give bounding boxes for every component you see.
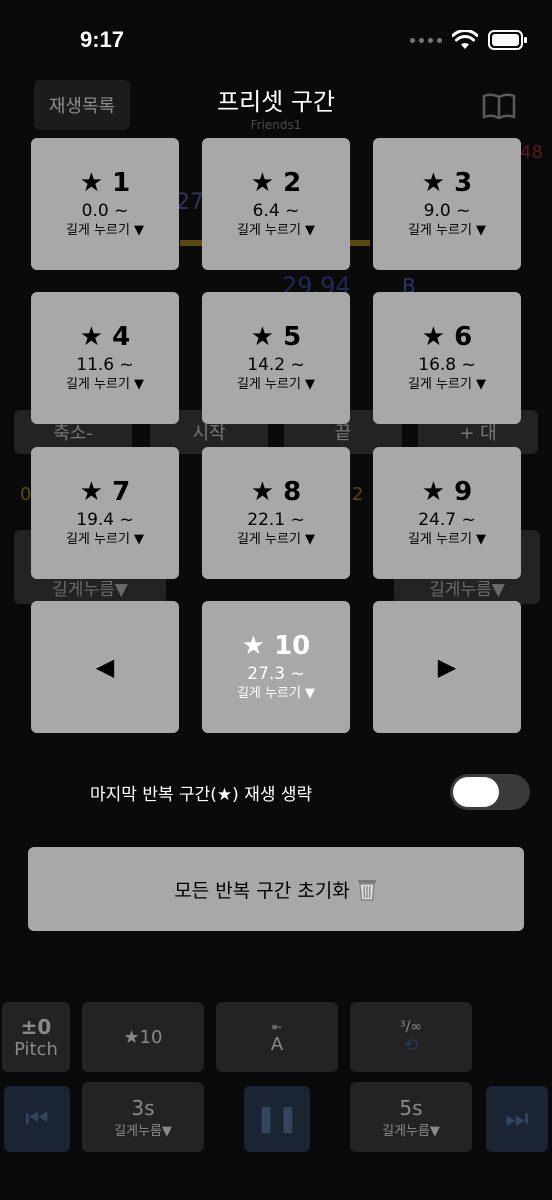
preset-2-time: 6.4 ~ bbox=[252, 201, 300, 221]
preset-3-hint: 길게 누르기 ▼ bbox=[407, 223, 487, 238]
preset-2-name: ★ 2 bbox=[250, 168, 302, 198]
rewind-label: 3s bbox=[131, 1095, 155, 1120]
pitch-value: ±0 bbox=[20, 1014, 52, 1039]
status-icons bbox=[410, 30, 528, 50]
star10-button[interactable]: ★10 bbox=[82, 1002, 204, 1072]
preset-5-hint: 길게 누르기 ▼ bbox=[236, 377, 316, 392]
preset-4-time: 11.6 ~ bbox=[76, 355, 134, 375]
cellular-icon bbox=[410, 37, 442, 43]
preset-9-hint: 길게 누르기 ▼ bbox=[407, 532, 487, 547]
a-point-button[interactable]: ⇤ A bbox=[216, 1002, 338, 1072]
pitch-button[interactable]: ±0 Pitch bbox=[2, 1002, 70, 1072]
next-arrow-icon: ▶ bbox=[437, 653, 457, 681]
preset-8-hint: 길게 누르기 ▼ bbox=[236, 532, 316, 547]
preset-2-hint: 길게 누르기 ▼ bbox=[236, 223, 316, 238]
skip-last-row: 마지막 반복 구간(★) 재생 생략 bbox=[0, 770, 552, 814]
reset-all-button[interactable]: 모든 반복 구간 초기화 bbox=[28, 847, 524, 931]
preset-10-hint: 길게 누르기 ▼ bbox=[236, 686, 316, 701]
rewind-hint: 길게누름▼ bbox=[114, 1123, 172, 1139]
forward-label: 5s bbox=[399, 1095, 423, 1120]
status-time: 9:17 bbox=[80, 27, 125, 52]
skip-last-label: 마지막 반복 구간(★) 재생 생략 bbox=[90, 785, 313, 805]
preset-5[interactable]: ★ 5 14.2 ~ 길게 누르기 ▼ bbox=[202, 292, 350, 424]
next-page-button[interactable]: ▶ bbox=[373, 601, 521, 733]
preset-7[interactable]: ★ 7 19.4 ~ 길게 누르기 ▼ bbox=[31, 447, 179, 579]
preset-3-name: ★ 3 bbox=[421, 168, 473, 198]
preset-2[interactable]: ★ 2 6.4 ~ 길게 누르기 ▼ bbox=[202, 138, 350, 270]
reset-all-label: 모든 반복 구간 초기화 bbox=[174, 879, 350, 902]
a-point-label: A bbox=[270, 1033, 284, 1055]
trash-icon bbox=[357, 880, 376, 901]
forward-button[interactable]: 5s 길게누름▼ bbox=[350, 1082, 472, 1152]
preset-1-time: 0.0 ~ bbox=[81, 201, 129, 221]
preset-7-hint: 길게 누르기 ▼ bbox=[65, 532, 145, 547]
loop-button[interactable]: ³/∞ ⟲ bbox=[350, 1002, 472, 1072]
preset-10[interactable]: ★ 10 27.3 ~ 길게 누르기 ▼ bbox=[202, 601, 350, 733]
preset-9-name: ★ 9 bbox=[421, 477, 473, 507]
pause-icon[interactable]: ❚❚ bbox=[244, 1086, 310, 1152]
rewind-button[interactable]: 3s 길게누름▼ bbox=[82, 1082, 204, 1152]
star10-label: ★10 bbox=[123, 1026, 163, 1048]
song-subtitle: Friends1 bbox=[250, 118, 302, 132]
preset-1[interactable]: ★ 1 0.0 ~ 길게 누르기 ▼ bbox=[31, 138, 179, 270]
preset-8-name: ★ 8 bbox=[250, 477, 302, 507]
preset-8[interactable]: ★ 8 22.1 ~ 길게 누르기 ▼ bbox=[202, 447, 350, 579]
preset-4[interactable]: ★ 4 11.6 ~ 길게 누르기 ▼ bbox=[31, 292, 179, 424]
preset-4-name: ★ 4 bbox=[79, 322, 131, 352]
preset-3[interactable]: ★ 3 9.0 ~ 길게 누르기 ▼ bbox=[373, 138, 521, 270]
preset-5-time: 14.2 ~ bbox=[247, 355, 305, 375]
loop-icon: ⟲ bbox=[403, 1034, 419, 1056]
preset-9[interactable]: ★ 9 24.7 ~ 길게 누르기 ▼ bbox=[373, 447, 521, 579]
preset-3-time: 9.0 ~ bbox=[423, 201, 471, 221]
preset-6-hint: 길게 누르기 ▼ bbox=[407, 377, 487, 392]
preset-6[interactable]: ★ 6 16.8 ~ 길게 누르기 ▼ bbox=[373, 292, 521, 424]
preset-7-name: ★ 7 bbox=[79, 477, 131, 507]
preset-10-time: 27.3 ~ bbox=[247, 664, 305, 684]
bg-small-left: 0 bbox=[20, 484, 32, 505]
bg-number-left: 27 bbox=[176, 190, 204, 215]
skip-forward-icon[interactable]: ⏭ bbox=[486, 1086, 548, 1152]
preset-1-hint: 길게 누르기 ▼ bbox=[65, 223, 145, 238]
preset-5-name: ★ 5 bbox=[250, 322, 302, 352]
skip-back-icon[interactable]: ⏮ bbox=[4, 1086, 70, 1152]
toggle-knob bbox=[453, 777, 499, 807]
preset-7-time: 19.4 ~ bbox=[76, 510, 134, 530]
preset-6-time: 16.8 ~ bbox=[418, 355, 476, 375]
pitch-label: Pitch bbox=[14, 1038, 58, 1060]
wifi-icon bbox=[452, 30, 478, 49]
battery-icon bbox=[488, 30, 527, 50]
loop-count: ³/∞ bbox=[400, 1018, 422, 1035]
prev-page-button[interactable]: ◀ bbox=[31, 601, 179, 733]
preset-title: 프리셋 구간 bbox=[216, 88, 336, 116]
bg-number-right: 48 bbox=[520, 142, 543, 163]
bg-small-mid: 2 bbox=[352, 484, 364, 505]
preset-8-time: 22.1 ~ bbox=[247, 510, 305, 530]
preset-4-hint: 길게 누르기 ▼ bbox=[65, 377, 145, 392]
prev-arrow-icon: ◀ bbox=[95, 653, 115, 681]
preset-10-name: ★ 10 bbox=[241, 631, 311, 661]
preset-9-time: 24.7 ~ bbox=[418, 510, 476, 530]
preset-1-name: ★ 1 bbox=[79, 168, 131, 198]
forward-hint: 길게누름▼ bbox=[382, 1123, 440, 1139]
a-point-icon: ⇤ bbox=[271, 1019, 283, 1034]
preset-6-name: ★ 6 bbox=[421, 322, 473, 352]
skip-last-toggle[interactable] bbox=[450, 774, 530, 810]
